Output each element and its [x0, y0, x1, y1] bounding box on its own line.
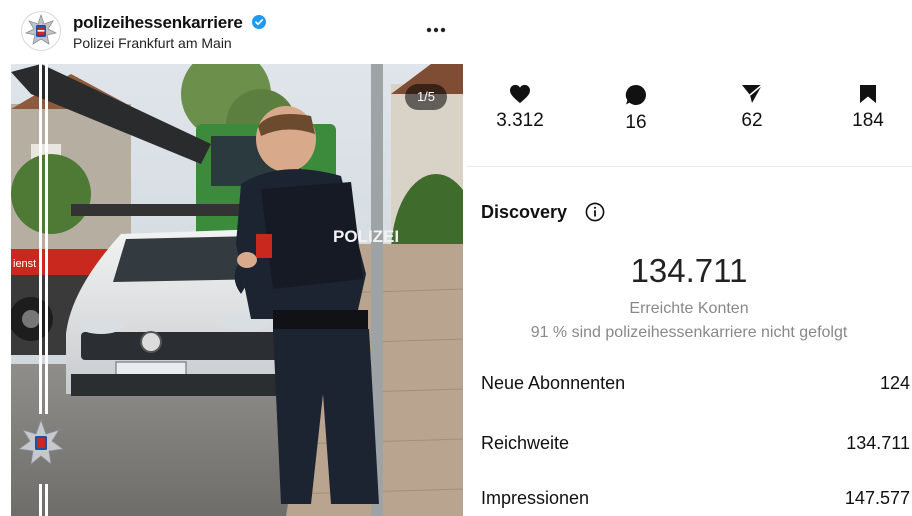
metric-value: 134.711: [846, 433, 910, 453]
metric-label: Impressionen: [481, 488, 590, 508]
post-username[interactable]: polizeihessenkarriere: [73, 13, 243, 33]
comments-count: 16: [625, 112, 647, 133]
reached-accounts-label: Erreichte Konten: [629, 300, 749, 317]
reached-accounts-value: 134.711: [630, 252, 748, 289]
shares-stat[interactable]: 62: [712, 84, 792, 132]
bookmark-icon: [860, 85, 876, 103]
police-star-icon: [24, 13, 58, 45]
share-icon: [742, 84, 763, 103]
verified-badge-icon: [252, 15, 266, 29]
heart-icon: [510, 84, 530, 104]
comments-stat[interactable]: 16: [596, 84, 676, 134]
more-options-icon[interactable]: [423, 20, 449, 40]
profile-avatar[interactable]: [21, 11, 61, 51]
discovery-title: Discovery: [481, 202, 568, 222]
post-location[interactable]: Polizei Frankfurt am Main: [73, 35, 232, 51]
saves-count: 184: [852, 110, 884, 131]
comment-icon: [625, 84, 646, 105]
non-followers-text: 91 % sind polizeihessenkarriere nicht ge…: [530, 324, 848, 341]
post-photo[interactable]: ienst POLIZEI: [11, 64, 463, 516]
likes-count: 3.312: [496, 110, 544, 131]
metric-label: Neue Abonnenten: [481, 373, 626, 393]
saves-stat[interactable]: 184: [828, 84, 908, 132]
info-icon[interactable]: [585, 202, 605, 222]
metric-value: 147.577: [844, 488, 910, 508]
vest-text: POLIZEI: [333, 227, 399, 246]
likes-stat[interactable]: 3.312: [480, 84, 560, 132]
metric-value: 124: [879, 373, 910, 393]
truck-text: ienst: [13, 258, 36, 270]
carousel-counter: 1/5: [405, 84, 447, 110]
divider: [466, 166, 912, 167]
police-tow-scene-image: ienst POLIZEI: [11, 64, 463, 516]
post-header: polizeihessenkarriere Polizei Frankfurt …: [0, 0, 466, 64]
shares-count: 62: [741, 110, 763, 131]
metric-label: Reichweite: [481, 433, 570, 453]
